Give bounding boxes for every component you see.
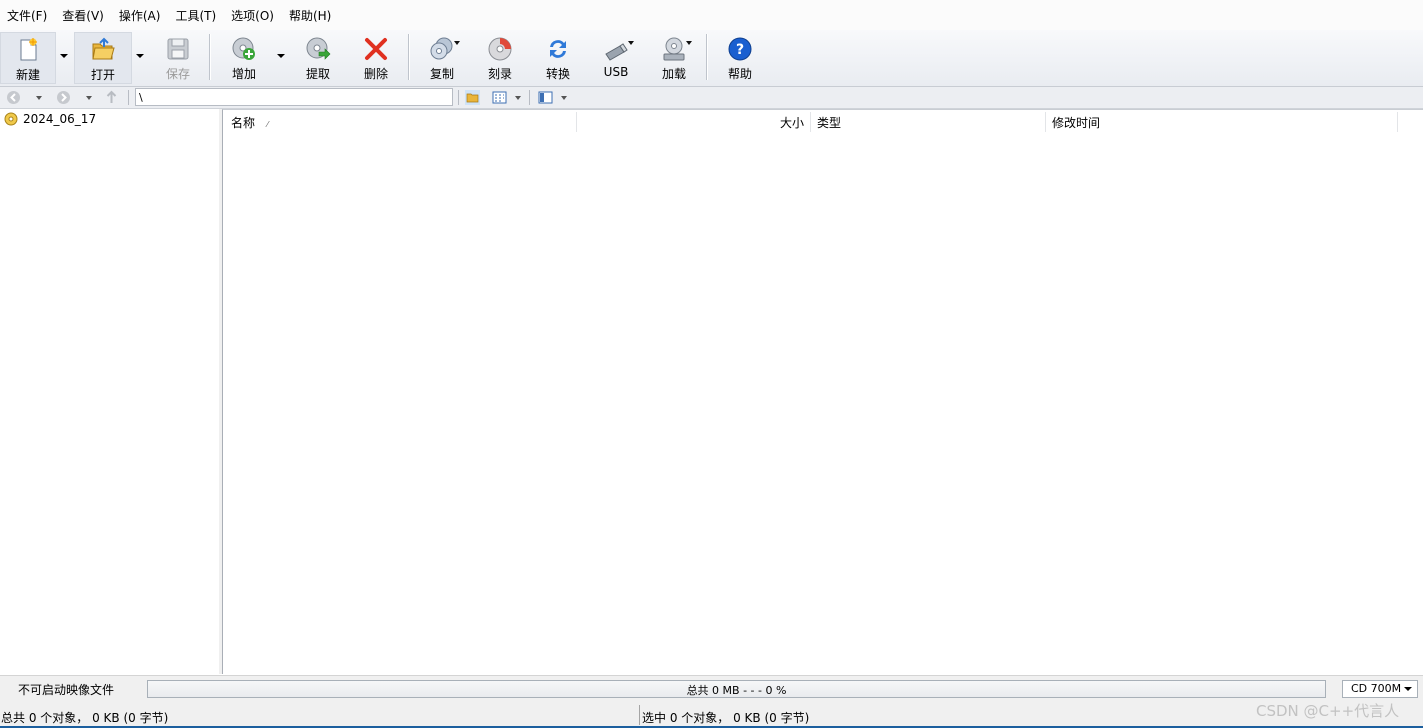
- copy-label: 复制: [429, 67, 454, 81]
- status-bar: 总共 0 个对象， 0 KB (0 字节) 选中 0 个对象， 0 KB (0 …: [0, 704, 1423, 726]
- usb-drive-icon: [605, 43, 628, 61]
- menu-view[interactable]: 查看(V): [55, 0, 112, 30]
- toolbar-separator: [706, 34, 707, 80]
- capacity-text: 总共 0 MB - - - 0 %: [686, 684, 787, 697]
- toolbar-separator: [209, 34, 210, 80]
- help-label: 帮助: [727, 67, 752, 81]
- new-label: 新建: [15, 68, 40, 82]
- mount-button[interactable]: 加载: [648, 32, 700, 84]
- add-dropdown[interactable]: [274, 32, 288, 84]
- path-input[interactable]: [135, 88, 453, 106]
- red-x-icon: [365, 38, 387, 60]
- folder-view-icon[interactable]: [465, 90, 480, 105]
- column-name-label: 名称: [231, 116, 256, 130]
- help-button[interactable]: ? 帮助: [714, 32, 766, 84]
- back-arrow-icon[interactable]: [6, 90, 21, 105]
- column-size-header[interactable]: 大小: [780, 110, 804, 134]
- address-separator: [458, 90, 459, 105]
- address-separator: [128, 90, 129, 105]
- delete-button[interactable]: 删除: [350, 32, 402, 84]
- sort-ascending-icon: ⁄: [266, 120, 269, 129]
- capacity-bar: 总共 0 MB - - - 0 %: [147, 680, 1326, 698]
- mount-label: 加载: [661, 67, 686, 81]
- extract-label: 提取: [305, 67, 330, 81]
- column-divider[interactable]: [810, 112, 811, 132]
- floppy-disk-icon: [167, 38, 189, 60]
- disc-add-icon: [232, 37, 255, 60]
- column-divider[interactable]: [1045, 112, 1046, 132]
- file-list: 名称 ⁄ 大小 类型 修改时间: [222, 109, 1423, 674]
- convert-button[interactable]: 转换: [532, 32, 584, 84]
- usb-dropdown-caret[interactable]: [628, 41, 634, 45]
- watermark: CSDN @C++代言人: [1256, 702, 1400, 720]
- new-button[interactable]: 新建: [0, 32, 56, 84]
- status-selected: 选中 0 个对象， 0 KB (0 字节): [642, 711, 810, 725]
- media-size-select[interactable]: CD 700M: [1342, 680, 1418, 698]
- add-label: 增加: [231, 67, 256, 81]
- bootable-status: 不可启动映像文件: [18, 683, 115, 697]
- convert-label: 转换: [545, 67, 570, 81]
- burn-button[interactable]: 刻录: [474, 32, 526, 84]
- save-label: 保存: [165, 67, 190, 81]
- burn-label: 刻录: [487, 67, 512, 81]
- mount-dropdown-caret[interactable]: [686, 41, 692, 45]
- copy-dropdown-caret[interactable]: [454, 41, 460, 45]
- menu-help[interactable]: 帮助(H): [282, 0, 339, 30]
- capacity-row: 不可启动映像文件 总共 0 MB - - - 0 % CD 700M: [0, 675, 1423, 704]
- back-dropdown-caret[interactable]: [36, 96, 42, 100]
- delete-label: 删除: [363, 67, 388, 81]
- column-divider[interactable]: [1397, 112, 1398, 132]
- svg-text:?: ?: [736, 42, 744, 58]
- menu-tools[interactable]: 工具(T): [168, 0, 224, 30]
- tree-root-node[interactable]: 2024_06_17: [4, 111, 96, 127]
- forward-arrow-icon[interactable]: [56, 90, 71, 105]
- toolbar: 新建 打开 保存 增加 提取 删除 复制 刻录 转换 USB 加载 ? 帮助: [0, 30, 1423, 87]
- address-separator: [529, 90, 530, 105]
- convert-arrows-icon: [550, 40, 566, 58]
- media-size-value: CD 700M: [1351, 682, 1402, 695]
- new-document-icon: [20, 38, 37, 61]
- extract-button[interactable]: 提取: [292, 32, 344, 84]
- column-type-header[interactable]: 类型: [817, 110, 841, 134]
- status-divider: [639, 705, 640, 725]
- tree-root-label: 2024_06_17: [23, 112, 97, 126]
- address-bar: [0, 87, 1423, 109]
- menu-file[interactable]: 文件(F): [0, 0, 55, 30]
- column-name-header[interactable]: 名称 ⁄: [231, 110, 268, 134]
- disc-extract-icon: [306, 37, 331, 60]
- folder-tree: 2024_06_17: [0, 109, 220, 674]
- menu-options[interactable]: 选项(O): [224, 0, 282, 30]
- menu-action[interactable]: 操作(A): [112, 0, 169, 30]
- open-dropdown[interactable]: [133, 32, 147, 84]
- usb-button[interactable]: USB: [590, 32, 642, 84]
- save-button[interactable]: 保存: [152, 32, 204, 84]
- layout-panel-icon[interactable]: [538, 90, 553, 105]
- add-button[interactable]: 增加: [218, 32, 270, 84]
- usb-label: USB: [603, 65, 629, 79]
- burn-disc-icon: [488, 37, 512, 61]
- open-button[interactable]: 打开: [74, 32, 132, 84]
- status-total: 总共 0 个对象， 0 KB (0 字节): [1, 711, 169, 725]
- open-label: 打开: [90, 68, 115, 82]
- copy-button[interactable]: 复制: [416, 32, 468, 84]
- forward-dropdown-caret[interactable]: [86, 96, 92, 100]
- new-dropdown[interactable]: [57, 32, 71, 84]
- view-mode-dropdown-caret[interactable]: [515, 96, 521, 100]
- copy-disc-icon: [430, 37, 453, 60]
- mount-disc-icon: [663, 37, 685, 61]
- help-question-icon: ?: [728, 37, 752, 61]
- column-modified-header[interactable]: 修改时间: [1052, 110, 1100, 134]
- cd-image-icon: [4, 112, 18, 126]
- up-folder-icon[interactable]: [104, 90, 119, 105]
- column-divider[interactable]: [576, 112, 577, 132]
- toolbar-separator: [408, 34, 409, 80]
- menu-bar: 文件(F) 查看(V) 操作(A) 工具(T) 选项(O) 帮助(H): [0, 0, 1423, 31]
- view-mode-icon[interactable]: [492, 90, 507, 105]
- layout-dropdown-caret[interactable]: [561, 96, 567, 100]
- open-folder-icon: [92, 37, 115, 60]
